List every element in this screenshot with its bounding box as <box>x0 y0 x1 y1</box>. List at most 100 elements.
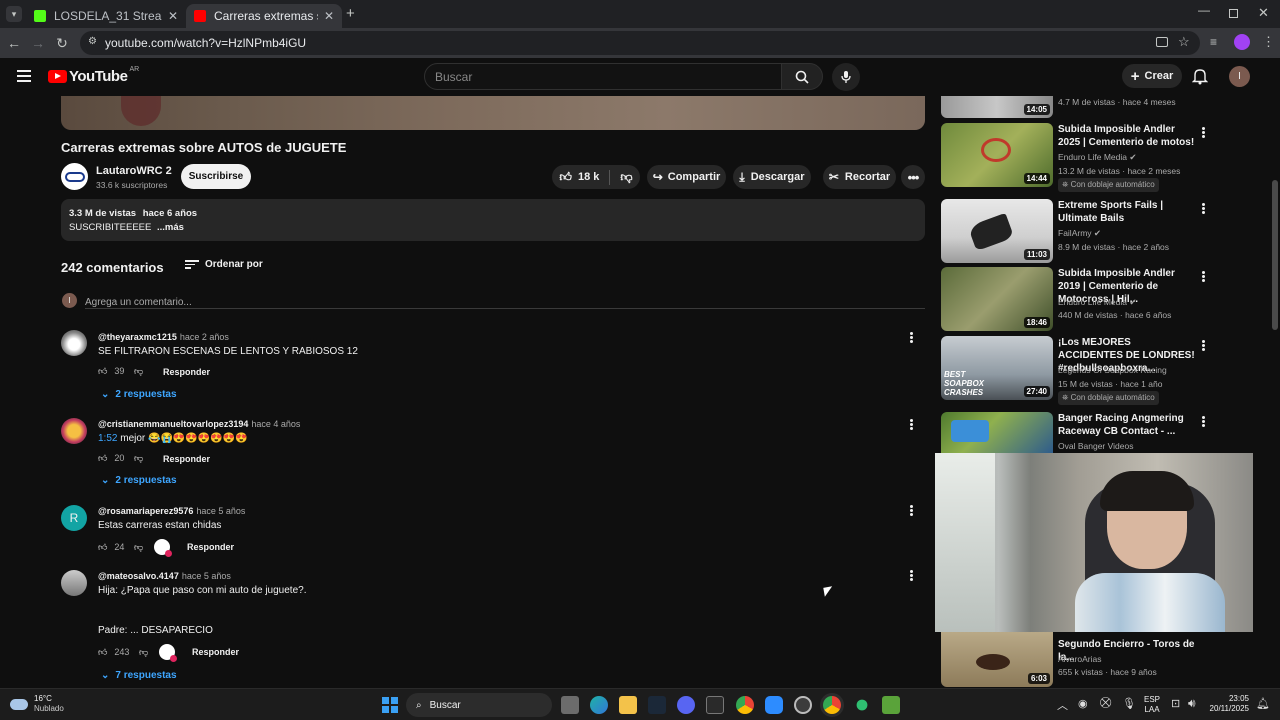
comment-avatar[interactable] <box>61 570 87 596</box>
comment-dislike-button[interactable]: 👎︎ <box>134 542 143 553</box>
search-button[interactable] <box>781 63 823 90</box>
related-thumbnail[interactable]: 14:44 <box>941 123 1053 187</box>
comment-menu-icon[interactable] <box>910 504 914 517</box>
media-controls-icon[interactable]: ≡ <box>1210 35 1217 49</box>
epic-games-icon[interactable] <box>706 696 724 714</box>
show-replies-button[interactable]: ⌄ 2 respuestas <box>101 475 177 486</box>
account-avatar[interactable]: I <box>1229 66 1250 87</box>
related-thumbnail[interactable]: 18:46 <box>941 267 1053 331</box>
related-channel[interactable]: ÁlvaroArias <box>1058 654 1101 664</box>
related-thumbnail[interactable]: 6:03 <box>941 632 1053 687</box>
comment-like-button[interactable]: 👍︎ 24 <box>98 542 124 553</box>
new-tab-icon[interactable]: + <box>346 5 355 22</box>
restore-icon[interactable] <box>1229 9 1238 18</box>
volume-icon[interactable]: 🔊︎ <box>1188 696 1196 711</box>
reply-button[interactable]: Responder <box>163 454 210 464</box>
back-icon[interactable]: ← <box>4 33 24 53</box>
comment-author[interactable]: @mateosalvo.4147 hace 5 años <box>98 571 231 581</box>
share-button[interactable]: ↪ Compartir <box>647 165 726 189</box>
comment-avatar[interactable] <box>61 330 87 356</box>
page-scrollbar[interactable] <box>1270 58 1280 688</box>
obs-icon[interactable] <box>794 696 812 714</box>
related-menu-icon[interactable] <box>1202 270 1206 283</box>
wifi-icon[interactable]: ⊡ <box>1171 697 1180 710</box>
channel-name[interactable]: LautaroWRC 2 <box>96 165 172 177</box>
comment-dislike-button[interactable]: 👎︎ <box>139 647 148 658</box>
tray-app-icon[interactable]: ◉ <box>1078 697 1088 710</box>
edge-browser-icon[interactable] <box>590 696 608 714</box>
taskbar-search[interactable]: ⌕ Buscar <box>406 693 552 717</box>
tab-youtube-video[interactable]: Carreras extremas sobre AUTOS ✕ <box>186 4 342 28</box>
show-replies-button[interactable]: ⌄ 2 respuestas <box>101 389 177 400</box>
description-box[interactable]: 3.3 M de vistas hace 6 años SUSCRIBITEEE… <box>61 199 925 241</box>
site-info-icon[interactable]: ⚙ <box>88 36 97 47</box>
related-channel[interactable]: Legends Of Soapbox Racing <box>1058 365 1167 375</box>
search-input[interactable]: Buscar <box>424 63 782 90</box>
start-button[interactable] <box>382 697 398 713</box>
related-thumbnail[interactable]: BEST SOAPBOX CRASHES 27:40 <box>941 336 1053 400</box>
comment-like-button[interactable]: 👍︎ 20 <box>98 453 124 464</box>
related-menu-icon[interactable] <box>1202 415 1206 428</box>
notifications-bell-icon[interactable] <box>1191 67 1209 90</box>
chrome-active-icon[interactable] <box>823 696 841 714</box>
related-thumbnail[interactable]: 11:03 <box>941 199 1053 263</box>
tab-search-icon[interactable]: ▾ <box>6 6 22 22</box>
reply-button[interactable]: Responder <box>192 647 239 657</box>
file-explorer-icon[interactable] <box>619 696 637 714</box>
related-title[interactable]: Banger Racing Angmering Raceway CB Conta… <box>1058 412 1198 438</box>
related-channel[interactable]: Enduro Life Media ✔ <box>1058 297 1137 308</box>
comment-author[interactable]: @theyaraxmc1215 hace 2 años <box>98 332 229 342</box>
hamburger-menu-icon[interactable] <box>17 70 31 82</box>
steam-icon[interactable] <box>648 696 666 714</box>
channel-avatar[interactable] <box>61 163 88 190</box>
comment-menu-icon[interactable] <box>910 418 914 431</box>
show-replies-button[interactable]: ⌄ 7 respuestas <box>101 670 177 681</box>
comment-like-button[interactable]: 👍︎ 39 <box>98 366 124 377</box>
bookmark-star-icon[interactable]: ☆ <box>1178 34 1190 50</box>
more-actions-button[interactable]: ••• <box>901 165 925 189</box>
download-button[interactable]: ⤓ Descargar <box>733 165 811 189</box>
comment-author[interactable]: @cristianemmanueltovarlopez3194 hace 4 añ… <box>98 419 300 429</box>
video-player[interactable] <box>61 96 925 130</box>
notifications-center-icon[interactable]: 🔔︎ <box>1256 697 1270 710</box>
comment-menu-icon[interactable] <box>910 569 914 582</box>
clip-button[interactable]: ✂ Recortar <box>823 165 896 189</box>
voice-search-button[interactable] <box>832 63 860 91</box>
clock[interactable]: 23:05 20/11/2025 <box>1205 694 1249 714</box>
discord-icon[interactable] <box>677 696 695 714</box>
chrome-icon[interactable] <box>736 696 754 714</box>
show-more-link[interactable]: ...más <box>157 222 184 233</box>
minimize-icon[interactable]: — <box>1198 3 1210 17</box>
related-title[interactable]: Extreme Sports Fails | Ultimate Bails <box>1058 199 1198 225</box>
comment-avatar[interactable] <box>61 418 87 444</box>
create-button[interactable]: + Crear <box>1122 64 1182 88</box>
tray-microphone-icon[interactable]: 🎙︎ <box>1122 697 1136 710</box>
tab-losdela-stream[interactable]: LOSDELA_31 Stream - Watch Li ✕ <box>26 4 186 28</box>
comment-dislike-button[interactable]: 👎︎ <box>134 453 143 464</box>
url-text[interactable]: youtube.com/watch?v=HzlNPmb4iGU <box>105 36 306 50</box>
related-thumbnail[interactable] <box>941 412 1053 454</box>
dislike-button[interactable]: 👎︎ <box>610 170 632 185</box>
related-menu-icon[interactable] <box>1202 339 1206 352</box>
reload-icon[interactable]: ↻ <box>52 33 72 53</box>
close-tab-icon[interactable]: ✕ <box>324 9 334 23</box>
omnibox[interactable]: ⚙ youtube.com/watch?v=HzlNPmb4iGU ☆ <box>80 31 1200 55</box>
minecraft-icon[interactable] <box>882 696 900 714</box>
zoom-icon[interactable] <box>765 696 783 714</box>
tray-network-off-icon[interactable]: ⛒ <box>1100 697 1111 710</box>
related-menu-icon[interactable] <box>1202 126 1206 139</box>
comment-author[interactable]: @rosamariaperez9576 hace 5 años <box>98 506 245 516</box>
related-channel[interactable]: FailArmy ✔ <box>1058 228 1101 239</box>
youtube-logo[interactable]: YouTube AR <box>48 66 139 85</box>
comment-like-button[interactable]: 👍︎ 243 <box>98 647 129 658</box>
reply-button[interactable]: Responder <box>163 367 210 377</box>
close-tab-icon[interactable]: ✕ <box>168 9 178 23</box>
like-button[interactable]: 👍︎ 18 k <box>559 169 611 185</box>
scrollbar-thumb[interactable] <box>1272 180 1278 330</box>
profile-avatar-icon[interactable] <box>1234 34 1250 50</box>
related-channel[interactable]: Enduro Life Media ✔ <box>1058 152 1137 163</box>
close-window-icon[interactable]: ✕ <box>1258 5 1269 21</box>
tray-chevron-icon[interactable]: ︿ <box>1057 697 1068 713</box>
comment-avatar[interactable]: R <box>61 505 87 531</box>
sort-comments-button[interactable]: Ordenar por <box>185 258 263 271</box>
